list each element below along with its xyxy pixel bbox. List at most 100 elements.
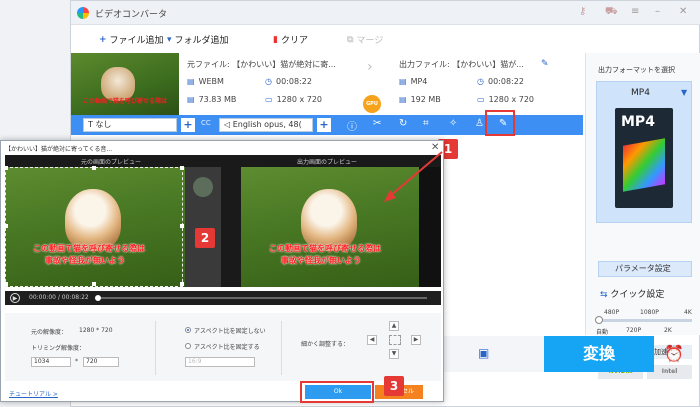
crop-handle[interactable] [4,282,8,286]
aspect-ratio-select[interactable]: 16:9 [185,357,255,367]
trash-icon: ▮ [273,34,278,45]
trim-res-label: トリミング解像度： [31,345,86,352]
add-folder-button[interactable]: ▾ フォルダ追加 [167,33,229,47]
output-duration-value: 00:08:22 [487,77,524,86]
sliders-icon: ⇆ [600,290,611,300]
format-icon: ▤ [187,77,195,86]
crop-highlight [485,110,515,136]
aspect-fixed-radio[interactable] [185,343,191,349]
audio-track-select[interactable]: ◁ English opus, 48( [219,118,313,132]
add-audio-button[interactable]: + [317,118,331,132]
crop-dialog: 【かわいい】猫が絶対に寄ってくる音... ✕ 元の画面のプレビュー 出力画面のプ… [0,140,444,402]
quality-1080p[interactable]: 1080P [640,309,659,316]
crop-handle[interactable] [92,166,96,170]
move-right-button[interactable]: ▶ [411,335,421,345]
crop-rectangle[interactable] [4,166,184,287]
quality-2k[interactable]: 2K [664,327,672,334]
close-icon[interactable]: ✕ [679,6,687,17]
effects-icon[interactable]: ✧ [449,118,457,129]
channel-logo-icon [193,177,213,197]
tutorial-link[interactable]: チュートリアル > [9,389,58,398]
parameter-settings-button[interactable]: パラメータ設定 [598,261,692,277]
output-folder-icon[interactable]: ▣ [478,346,489,360]
output-size-value: 192 MB [410,95,441,104]
seek-handle[interactable] [95,295,101,301]
rotate-icon[interactable]: ↻ [399,118,407,129]
quality-auto[interactable]: 自動 [596,327,608,336]
subtitle-value: なし [95,120,112,129]
audio-track-value: English opus, 48( [232,120,302,129]
key-icon[interactable]: ⚷ [579,6,586,17]
source-duration: ◷ 00:08:22 [265,77,312,86]
output-preview-label: 出力画面のプレビュー [297,159,358,166]
crop-handle[interactable] [4,224,8,228]
aspect-fixed-label: アスペクト比を固定する [194,344,260,351]
source-size: ▤ 73.83 MB [187,95,236,104]
subtitle-select[interactable]: T なし [83,118,177,132]
source-size-value: 73.83 MB [198,95,237,104]
playback-time: 00:00:00 / 00:08:22 [29,294,89,301]
output-format: ▤ MP4 [399,77,427,86]
info-icon[interactable]: ⓘ [347,118,357,133]
watermark-icon[interactable]: ♙ [475,118,484,129]
clear-button[interactable]: ▮ クリア [273,33,308,47]
orig-res-label: 元の解像度： [31,329,68,336]
format-icon-art [623,138,665,192]
alarm-clock-icon[interactable]: ⏰ [664,344,684,363]
move-down-button[interactable]: ▼ [389,349,399,359]
resolution-icon: ▭ [265,95,273,104]
add-file-button[interactable]: + ファイル追加 [99,33,164,47]
crop-handle[interactable] [180,224,184,228]
minimize-icon[interactable]: – [655,6,660,17]
crop-settings: 元の解像度： 1280 * 720 トリミング解像度： 1034 * 720 ア… [5,313,441,381]
quality-4k[interactable]: 4K [684,309,692,316]
crop-height-input[interactable]: 720 [83,357,119,367]
size-icon: ▤ [399,95,407,104]
edit-name-icon[interactable]: ✎ [541,59,549,69]
quality-slider[interactable] [595,316,692,324]
quality-slider-handle[interactable] [595,316,603,324]
output-format-value: MP4 [410,77,428,86]
merge-icon: ⧉ [347,34,354,45]
folder-icon: ▾ [167,34,172,45]
menu-icon[interactable]: ≡ [631,6,639,17]
crop-handle[interactable] [180,282,184,286]
crop-width-input[interactable]: 1034 [31,357,71,367]
divider [281,321,282,375]
crop-handle[interactable] [4,166,8,170]
arrow-line [389,151,443,197]
crop-handle[interactable] [92,282,96,286]
plus-icon: + [99,34,107,45]
size-icon: ▤ [187,95,195,104]
scissors-icon[interactable]: ✂ [373,118,381,129]
convert-button[interactable]: 変換 [544,336,654,372]
title-bar: ビデオコンバータ ⚷ ⛟ ≡ – ✕ [71,1,700,25]
merge-button[interactable]: ⧉ マージ [347,33,383,47]
dropdown-icon: ▼ [681,88,688,97]
seek-track[interactable] [97,297,427,299]
speaker-icon: ◁ [224,120,233,129]
aspect-free-radio[interactable] [185,327,191,333]
ok-highlight [300,381,374,403]
gpu-badge: GPU [363,95,381,113]
format-selector[interactable]: MP4 ▼ MP4 [596,81,692,223]
output-resolution-value: 1280 x 720 [488,95,535,104]
output-size: ▤ 192 MB [399,95,441,104]
cart-icon[interactable]: ⛟ [605,6,618,19]
source-format-value: WEBM [198,77,224,86]
conversion-divider: › GPU [347,53,399,115]
crop-handle[interactable] [180,166,184,170]
cc-label: CC [201,119,211,127]
output-file-name: 出力ファイル: 【かわいい】猫が... [399,60,524,69]
quality-480p[interactable]: 480P [604,309,619,316]
quality-720p[interactable]: 720P [626,327,641,334]
video-thumbnail[interactable]: この動画で猫を呼び寄せる際は [71,53,179,115]
chevron-right-icon: › [367,59,373,75]
crop-icon[interactable]: ⌗ [423,118,429,129]
format-icon: ▤ [399,77,407,86]
add-subtitle-button[interactable]: + [181,118,195,132]
play-icon[interactable]: ▶ [10,293,20,303]
move-up-button[interactable]: ▲ [389,321,399,331]
output-resolution: ▭ 1280 x 720 [477,95,534,104]
move-left-button[interactable]: ◀ [367,335,377,345]
